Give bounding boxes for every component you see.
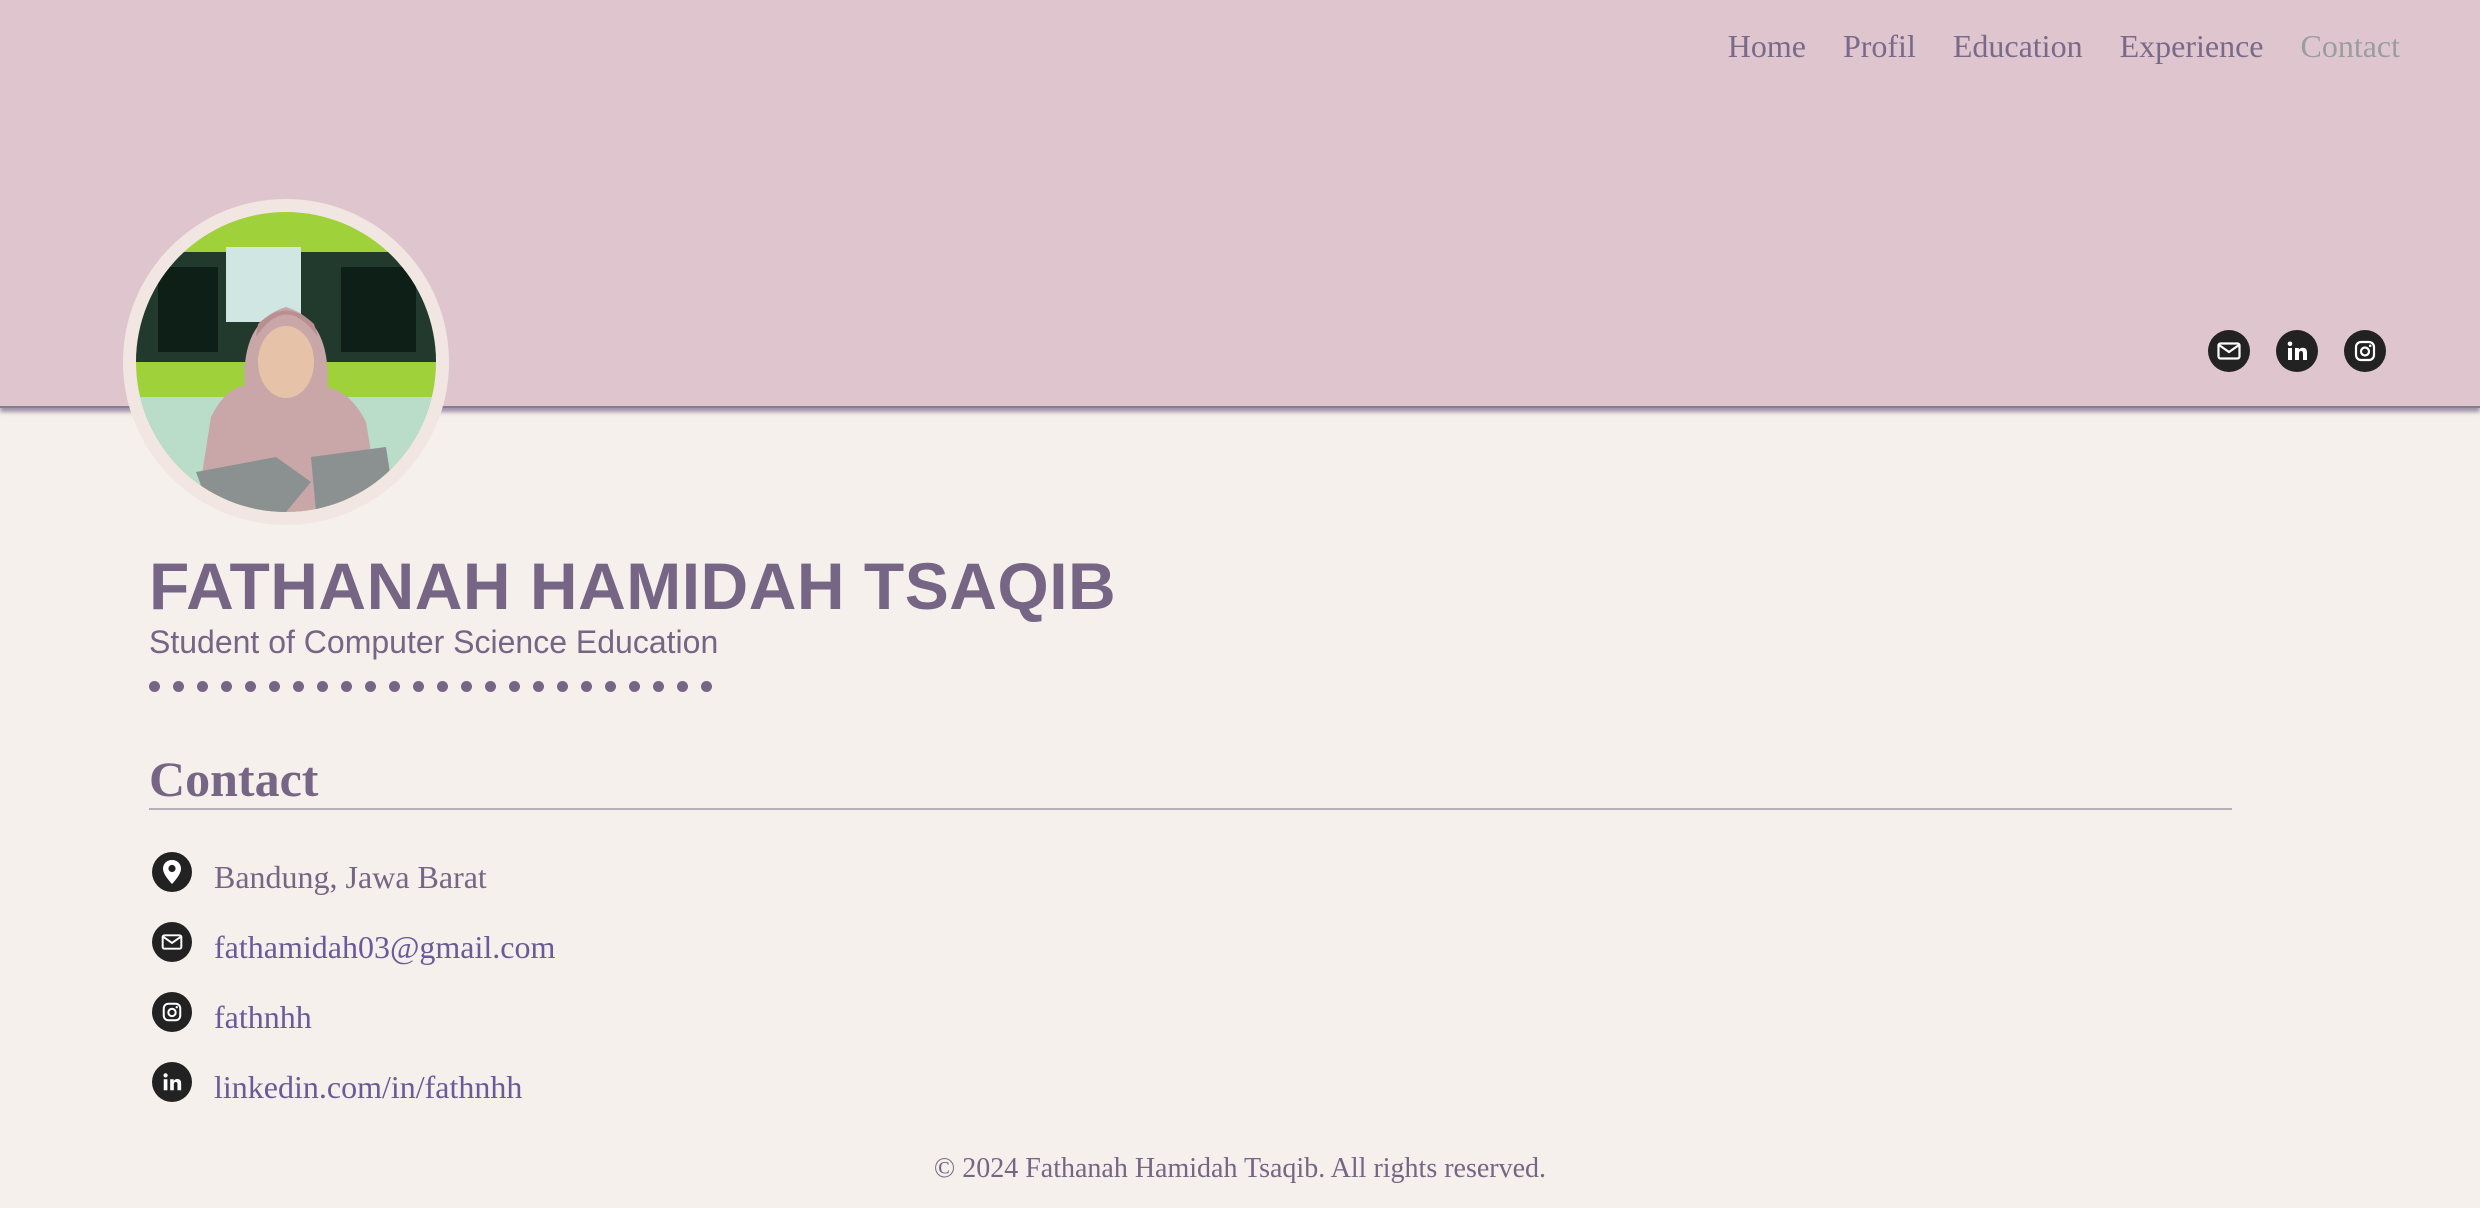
nav-profil[interactable]: Profil	[1843, 28, 1916, 65]
nav-contact[interactable]: Contact	[2300, 28, 2400, 65]
profile-photo	[123, 199, 449, 525]
top-nav: Home Profil Education Experience Contact	[1728, 28, 2400, 65]
contact-item-location: Bandung, Jawa Barat	[152, 842, 555, 912]
dotted-divider	[149, 681, 712, 692]
contact-instagram-link[interactable]: fathnhh	[214, 999, 312, 1036]
linkedin-icon[interactable]	[2276, 330, 2318, 372]
instagram-icon[interactable]	[2344, 330, 2386, 372]
footer-copyright: © 2024 Fathanah Hamidah Tsaqib. All righ…	[933, 1153, 1547, 1184]
location-pin-icon	[152, 852, 192, 892]
contact-item-instagram: fathnhh	[152, 982, 555, 1052]
mail-icon[interactable]	[2208, 330, 2250, 372]
instagram-icon	[152, 992, 192, 1032]
section-divider	[149, 808, 2232, 810]
contact-item-email: fathamidah03@gmail.com	[152, 912, 555, 982]
contact-location-text: Bandung, Jawa Barat	[214, 858, 487, 895]
social-links	[2208, 330, 2386, 372]
nav-home[interactable]: Home	[1728, 28, 1806, 65]
profile-subtitle: Student of Computer Science Education	[149, 624, 719, 660]
contact-item-linkedin: linkedin.com/in/fathnhh	[152, 1052, 555, 1122]
contact-list: Bandung, Jawa Barat fathamidah03@gmail.c…	[152, 842, 555, 1122]
contact-linkedin-link[interactable]: linkedin.com/in/fathnhh	[214, 1069, 522, 1106]
profile-name: FATHANAH HAMIDAH TSAQIB	[149, 549, 1117, 623]
nav-education[interactable]: Education	[1953, 28, 2083, 65]
linkedin-icon	[152, 1062, 192, 1102]
profile-photo-image	[136, 212, 436, 512]
contact-section-title: Contact	[149, 751, 319, 807]
nav-experience[interactable]: Experience	[2120, 28, 2264, 65]
contact-email-link[interactable]: fathamidah03@gmail.com	[214, 929, 555, 966]
mail-icon	[152, 922, 192, 962]
